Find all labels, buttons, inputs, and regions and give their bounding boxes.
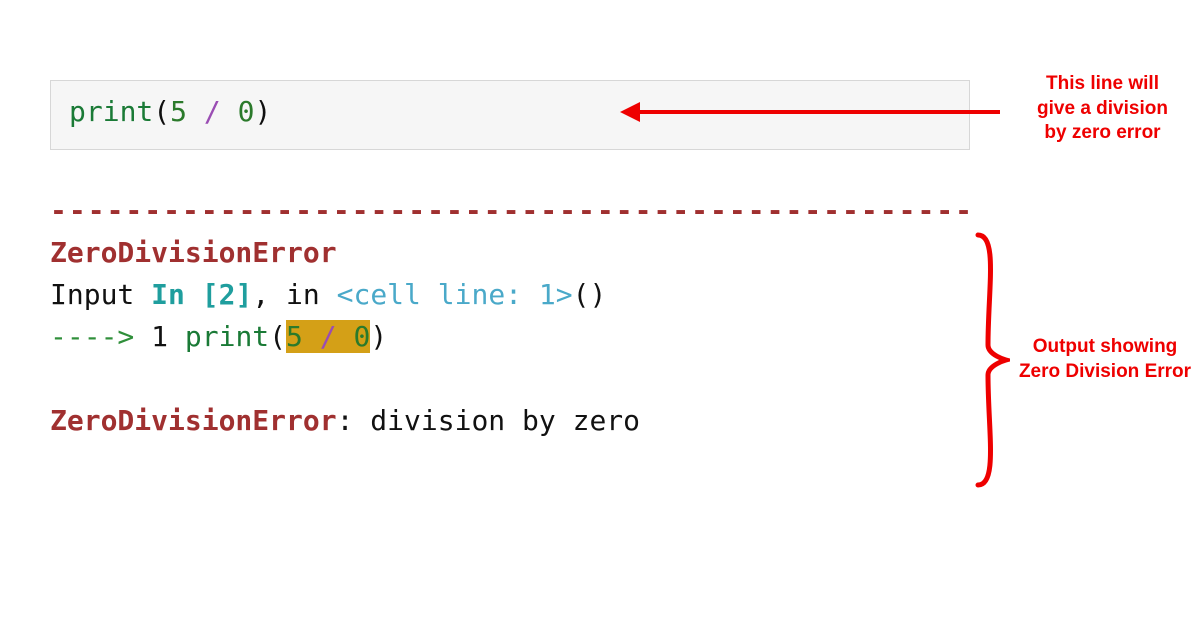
code-cell[interactable]: print(5 / 0) xyxy=(50,80,970,150)
traceback-hl-num2: 0 xyxy=(353,320,370,353)
traceback-input-word: Input xyxy=(50,278,151,311)
traceback-arrow: ----> xyxy=(50,320,151,353)
traceback-error-name: ZeroDivisionError xyxy=(50,236,337,269)
code-token-func: print xyxy=(69,95,153,128)
annotation-arrowhead-icon xyxy=(620,102,640,122)
traceback-hl-num1: 5 xyxy=(286,320,303,353)
annotation-2-line1: Output showing xyxy=(1033,336,1178,357)
traceback-in-bracket: In [2] xyxy=(151,278,252,311)
code-token-num1: 5 xyxy=(170,95,187,128)
traceback-final-msg: division by zero xyxy=(370,404,640,437)
code-token-sp2 xyxy=(221,95,238,128)
output-block: ----------------------------------------… xyxy=(50,190,970,442)
code-token-rparen: ) xyxy=(254,95,271,128)
code-token-op: / xyxy=(204,95,221,128)
traceback-cell-line: <cell line: 1> xyxy=(337,278,573,311)
traceback-lineno: 1 xyxy=(151,320,185,353)
annotation-2-line2: Zero Division Error xyxy=(1019,361,1191,382)
annotation-1: This line will give a division by zero e… xyxy=(1010,72,1195,146)
traceback-comma-in: , in xyxy=(252,278,336,311)
traceback-hl-op: / xyxy=(303,320,354,353)
annotation-1-line1: This line will xyxy=(1046,73,1159,94)
traceback-rparen: ) xyxy=(370,320,387,353)
code-token-num2: 0 xyxy=(238,95,255,128)
code-token-sp1 xyxy=(187,95,204,128)
annotation-arrow xyxy=(630,110,1000,114)
traceback-dashes: ----------------------------------------… xyxy=(50,194,974,227)
traceback-final-error: ZeroDivisionError xyxy=(50,404,337,437)
traceback-final-colon: : xyxy=(337,404,371,437)
annotation-1-line2: give a division xyxy=(1037,98,1168,119)
traceback-parens: () xyxy=(573,278,607,311)
code-token-lparen: ( xyxy=(153,95,170,128)
annotation-2: Output showing Zero Division Error xyxy=(1010,335,1200,384)
annotation-1-line3: by zero error xyxy=(1044,122,1160,143)
traceback-func: print xyxy=(185,320,269,353)
brace-icon xyxy=(970,230,1010,490)
traceback-lparen: ( xyxy=(269,320,286,353)
